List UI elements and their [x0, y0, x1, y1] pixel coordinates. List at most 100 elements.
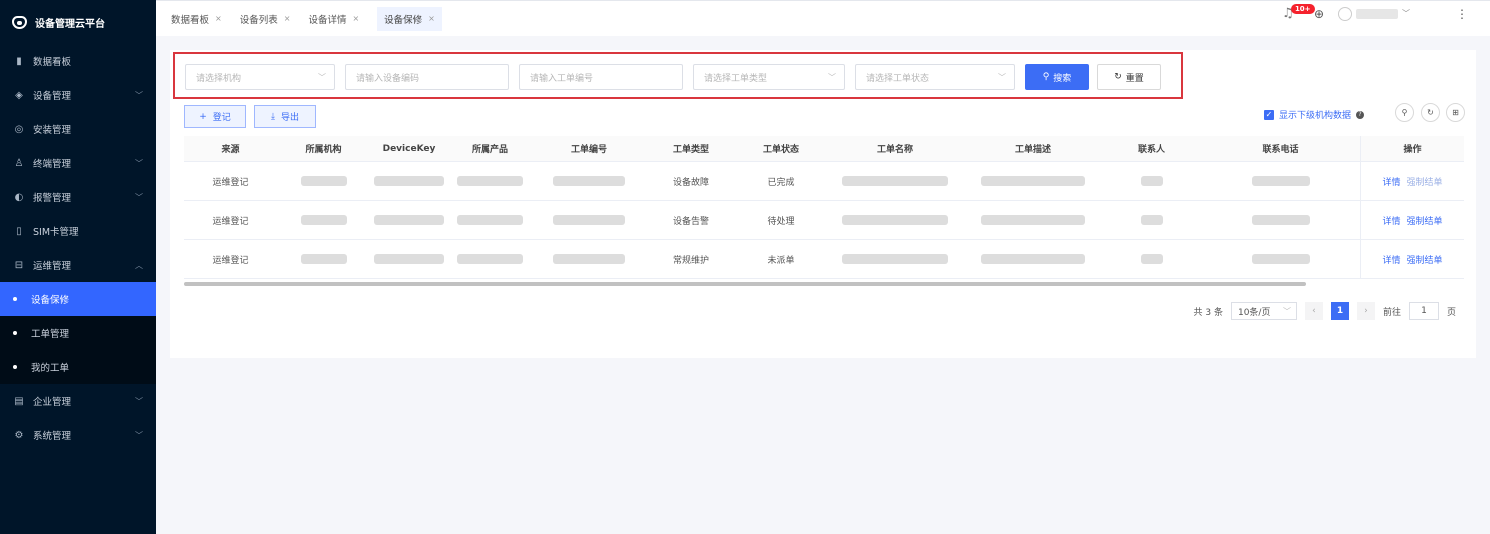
detail-link[interactable]: 详情: [1382, 214, 1400, 227]
sidebar-item-my-workorder[interactable]: 我的工单: [0, 350, 156, 384]
col-source[interactable]: 来源: [184, 136, 277, 161]
export-button[interactable]: ⤓ 导出: [254, 105, 316, 128]
cell-order-type: 设备故障: [672, 177, 709, 188]
help-icon[interactable]: ?: [1356, 110, 1365, 119]
next-page-button[interactable]: ›: [1356, 302, 1375, 320]
order-no-input[interactable]: 请输入工单编号: [519, 64, 683, 90]
sim-icon: ▯: [16, 225, 22, 237]
register-button[interactable]: + 登记: [184, 105, 246, 128]
tab-device-detail[interactable]: 设备详情 ×: [308, 7, 359, 31]
close-icon[interactable]: ×: [428, 14, 435, 23]
col-phone[interactable]: 联系电话: [1201, 136, 1360, 161]
table-row: 运维登记 常规维护 未派单 详情 强制结单: [184, 240, 1464, 279]
page-size-select[interactable]: 10条/页 ﹀: [1230, 302, 1297, 320]
checkbox-checked-icon[interactable]: ✓: [1264, 109, 1274, 120]
cell-order-name-redacted: [826, 201, 964, 239]
user-name-redacted: [1356, 8, 1398, 19]
col-org[interactable]: 所属机构: [277, 136, 370, 161]
cell-order-desc-redacted: [964, 162, 1102, 200]
cell-org-redacted: [277, 240, 370, 278]
search-icon: ⚲: [1042, 72, 1050, 82]
close-icon[interactable]: ×: [352, 14, 359, 23]
cell-order-status: 待处理: [767, 216, 795, 227]
ops-icon: ⊟: [14, 259, 24, 271]
chevron-down-icon: ﹀: [135, 90, 143, 100]
bullet-icon: [13, 297, 17, 301]
user-menu[interactable]: ﹀: [1338, 6, 1410, 21]
app-title: 设备管理云平台: [35, 18, 105, 30]
sidebar-item-dashboard[interactable]: ▮ 数据看板: [0, 44, 156, 78]
chevron-down-icon: ﹀: [135, 430, 143, 440]
search-form: 请选择机构 ﹀ 请输入设备编码 请输入工单编号 请选择工单类型 ﹀ 请选择工单状态 ﹀…: [173, 52, 1183, 99]
prev-page-button[interactable]: ‹: [1304, 302, 1323, 320]
cell-order-status: 已完成: [767, 177, 795, 188]
search-toggle-icon[interactable]: ⚲: [1395, 103, 1414, 122]
col-order-desc[interactable]: 工单描述: [964, 136, 1102, 161]
detail-link[interactable]: 详情: [1382, 175, 1400, 188]
tab-device-repair[interactable]: 设备保修 ×: [377, 6, 442, 31]
col-contact[interactable]: 联系人: [1102, 136, 1201, 161]
current-page-button[interactable]: 1: [1330, 302, 1349, 320]
col-order-status[interactable]: 工单状态: [736, 136, 826, 161]
cell-phone-redacted: [1201, 162, 1360, 200]
cell-actions: 详情 强制结单: [1360, 162, 1464, 200]
cell-source: 运维登记: [212, 216, 249, 227]
columns-icon[interactable]: ⊞: [1446, 103, 1465, 122]
bell-icon[interactable]: ♫ 10+: [1282, 4, 1315, 21]
sidebar-item-workorder[interactable]: 工单管理: [0, 316, 156, 350]
col-actions: 操作: [1360, 136, 1464, 161]
globe-icon[interactable]: ⊕: [1314, 7, 1324, 21]
cell-order-desc-redacted: [964, 240, 1102, 278]
sidebar-item-install[interactable]: ◎ 安装管理: [0, 112, 156, 146]
sidebar-item-repair[interactable]: 设备保修: [0, 282, 156, 316]
detail-link[interactable]: 详情: [1382, 253, 1400, 266]
col-product[interactable]: 所属产品: [448, 136, 532, 161]
device-icon: ◈: [15, 89, 23, 101]
force-close-link[interactable]: 强制结单: [1407, 253, 1443, 266]
tabs-bar: 数据看板 × 设备列表 × 设备详情 × 设备保修 × ♫ 10+ ⊕ ﹀ ⋮: [156, 0, 1490, 36]
cell-phone-redacted: [1201, 201, 1360, 239]
sidebar-item-terminal[interactable]: ♙ 终端管理 ﹀: [0, 146, 156, 180]
col-order-name[interactable]: 工单名称: [826, 136, 964, 161]
chevron-down-icon: ﹀: [135, 396, 143, 406]
close-icon[interactable]: ×: [215, 14, 222, 23]
goto-page-input[interactable]: 1: [1408, 302, 1439, 320]
tab-dashboard[interactable]: 数据看板 ×: [171, 7, 222, 31]
order-status-select[interactable]: 请选择工单状态 ﹀: [855, 64, 1015, 90]
close-icon[interactable]: ×: [284, 14, 291, 23]
cell-order-type: 常规维护: [672, 255, 709, 266]
refresh-icon[interactable]: ↻: [1421, 103, 1440, 122]
chevron-up-icon: ︿: [135, 260, 143, 270]
cell-product-redacted: [448, 240, 532, 278]
sidebar-item-ops[interactable]: ⊟ 运维管理 ︿: [0, 248, 156, 282]
sidebar-item-sim[interactable]: ▯ SIM卡管理: [0, 214, 156, 248]
cell-contact-redacted: [1102, 162, 1201, 200]
col-devicekey[interactable]: DeviceKey: [370, 136, 448, 161]
col-order-no[interactable]: 工单编号: [532, 136, 646, 161]
org-select[interactable]: 请选择机构 ﹀: [185, 64, 335, 90]
cell-order-desc-redacted: [964, 201, 1102, 239]
cell-order-name-redacted: [826, 240, 964, 278]
tab-device-list[interactable]: 设备列表 ×: [240, 7, 291, 31]
sidebar-item-alarm[interactable]: ◐ 报警管理 ﹀: [0, 180, 156, 214]
sidebar-item-system[interactable]: ⚙ 系统管理 ﹀: [0, 418, 156, 452]
sidebar-item-device[interactable]: ◈ 设备管理 ﹀: [0, 78, 156, 112]
order-type-select[interactable]: 请选择工单类型 ﹀: [693, 64, 845, 90]
force-close-link[interactable]: 强制结单: [1407, 214, 1443, 227]
table-horizontal-scrollbar[interactable]: [184, 282, 1306, 286]
cell-order-type: 设备告警: [672, 216, 709, 227]
cell-devicekey-redacted: [370, 201, 448, 239]
more-vertical-icon[interactable]: ⋮: [1456, 7, 1468, 21]
chevron-down-icon: ﹀: [1402, 9, 1410, 18]
search-button[interactable]: ⚲ 搜索: [1025, 64, 1089, 90]
show-sub-org-toggle[interactable]: ✓ 显示下级机构数据?: [1264, 108, 1365, 121]
total-count: 共 3 条: [1193, 307, 1223, 318]
col-order-type[interactable]: 工单类型: [646, 136, 736, 161]
sidebar-item-company[interactable]: ▤ 企业管理 ﹀: [0, 384, 156, 418]
goto-label: 前往: [1382, 307, 1401, 318]
table-row: 运维登记 设备告警 待处理 详情 强制结单: [184, 201, 1464, 240]
device-code-input[interactable]: 请输入设备编码: [345, 64, 509, 90]
user-icon: ♙: [14, 157, 24, 169]
cell-source: 运维登记: [212, 177, 249, 188]
reset-button[interactable]: ↻ 重置: [1097, 64, 1161, 90]
